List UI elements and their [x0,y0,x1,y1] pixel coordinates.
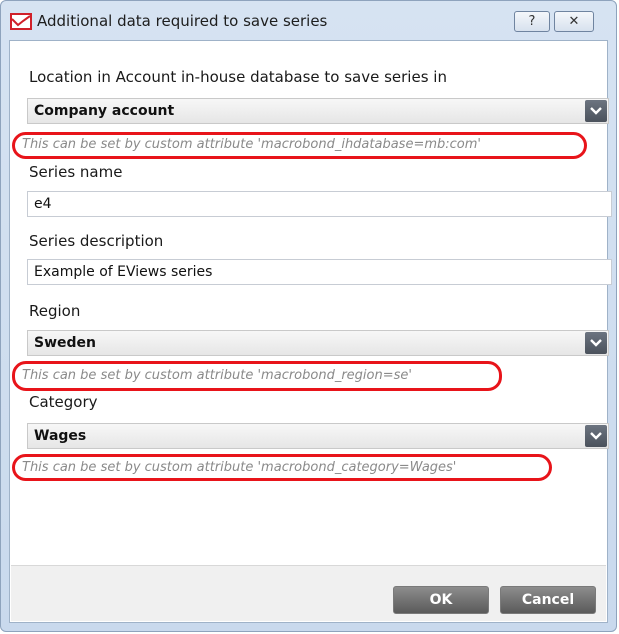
region-label: Region [29,302,81,320]
dialog-content: Location in Account in-house database to… [9,40,612,623]
region-dropdown[interactable]: Sweden [27,330,609,356]
series-description-label: Series description [29,232,164,250]
series-name-input[interactable]: e4 [27,191,612,217]
dialog-window: Additional data required to save series … [0,0,617,632]
cancel-button[interactable]: Cancel [500,586,596,614]
series-name-label: Series name [29,163,123,181]
location-label: Location in Account in-house database to… [29,68,447,86]
dialog-footer: OK Cancel [11,565,606,621]
help-icon: ? [528,14,536,29]
close-button[interactable]: ✕ [554,11,594,32]
chevron-down-icon[interactable] [585,332,607,354]
series-name-value: e4 [34,196,52,212]
location-hint-highlight [12,132,587,159]
location-dropdown[interactable]: Company account [27,98,609,124]
chevron-down-icon[interactable] [585,425,607,447]
region-hint-highlight [12,361,502,391]
chevron-down-icon[interactable] [585,100,607,122]
location-selected-value: Company account [34,103,175,119]
category-hint-highlight [12,454,552,481]
category-dropdown[interactable]: Wages [27,423,609,449]
region-selected-value: Sweden [34,335,96,351]
title-bar: Additional data required to save series … [1,1,616,39]
chart-line-icon [10,13,32,30]
window-title: Additional data required to save series [37,12,328,30]
category-selected-value: Wages [34,428,87,444]
close-icon: ✕ [568,14,580,29]
help-button[interactable]: ? [514,11,550,32]
series-description-value: Example of EViews series [34,264,213,280]
category-label: Category [29,393,98,411]
ok-button[interactable]: OK [393,586,489,614]
series-description-input[interactable]: Example of EViews series [27,259,612,285]
